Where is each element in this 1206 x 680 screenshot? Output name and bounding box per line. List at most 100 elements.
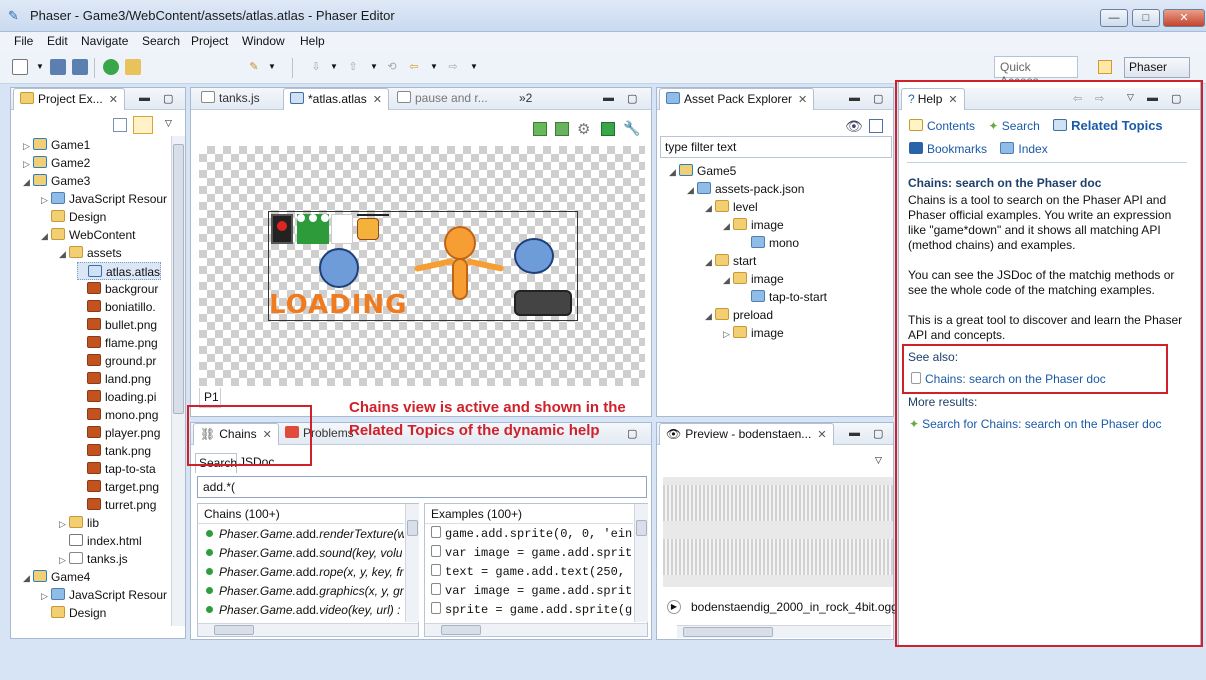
- expanded-arrow-icon[interactable]: ◢: [23, 173, 33, 191]
- tab-preview[interactable]: 👁 Preview - bodenstaen... ✕: [659, 423, 834, 445]
- expanded-arrow-icon[interactable]: ◢: [705, 307, 715, 325]
- prev-annotation-icon[interactable]: ⇧: [345, 59, 361, 75]
- menu-project[interactable]: Project: [191, 34, 228, 48]
- minimize-view-icon[interactable]: ▬: [849, 92, 860, 104]
- expanded-arrow-icon[interactable]: ◢: [723, 217, 733, 235]
- tree-item[interactable]: Design: [41, 208, 106, 226]
- chain-row[interactable]: Phaser.Game.add.video(key, url) :: [206, 601, 400, 619]
- tree-item[interactable]: player.png: [77, 424, 160, 442]
- preview-hscrollbar[interactable]: [677, 625, 891, 638]
- tab-project-explorer[interactable]: Project Ex... ✕: [13, 88, 125, 110]
- example-row[interactable]: text = game.add.text(250, 16: [431, 563, 633, 581]
- tree-item[interactable]: turret.png: [77, 496, 156, 514]
- tree-item[interactable]: loading.pi: [77, 388, 156, 406]
- open-perspective-icon[interactable]: [1098, 60, 1112, 74]
- build-icon[interactable]: [555, 122, 569, 136]
- run-icon[interactable]: [103, 59, 119, 75]
- expanded-arrow-icon[interactable]: ◢: [669, 163, 679, 181]
- example-row[interactable]: var image = game.add.sprite(0: [431, 582, 633, 600]
- chains-query-input[interactable]: add.*(: [197, 476, 647, 498]
- tab-pause-and-r[interactable]: pause and r...: [391, 88, 494, 110]
- tree-item[interactable]: tank.png: [77, 442, 151, 460]
- tree-item[interactable]: ground.pr: [77, 352, 156, 370]
- new-icon[interactable]: [12, 59, 28, 75]
- tree-item[interactable]: ◢ assets: [59, 244, 122, 262]
- add-sprite-icon[interactable]: [533, 122, 547, 136]
- collapsed-arrow-icon[interactable]: ▷: [723, 325, 733, 342]
- maximize-view-icon[interactable]: ▢: [627, 92, 637, 105]
- chain-row[interactable]: Phaser.Game.add.sound(key, volu: [206, 544, 402, 562]
- menu-edit[interactable]: Edit: [47, 34, 68, 48]
- collapsed-arrow-icon[interactable]: ▷: [41, 191, 51, 209]
- minimize-view-icon[interactable]: ▬: [603, 92, 614, 104]
- maximize-button[interactable]: □: [1132, 9, 1160, 27]
- play-icon[interactable]: ▶: [667, 600, 681, 614]
- tree-item[interactable]: ◢ level: [705, 198, 758, 216]
- tree-item[interactable]: ◢ preload: [705, 306, 773, 324]
- maximize-view-icon[interactable]: ▢: [873, 92, 883, 105]
- tree-item[interactable]: Design: [41, 604, 106, 622]
- tree-item[interactable]: ▷ Game1: [23, 136, 90, 154]
- tree-item[interactable]: atlas.atlas: [77, 262, 162, 280]
- scrollbar-thumb[interactable]: [173, 144, 184, 414]
- view-menu-icon[interactable]: ▽: [165, 118, 172, 129]
- quick-access-input[interactable]: Quick Access: [994, 56, 1078, 88]
- expanded-arrow-icon[interactable]: ◢: [723, 271, 733, 289]
- minimize-view-icon[interactable]: ▬: [849, 427, 860, 439]
- tab-atlas[interactable]: *atlas.atlas ✕: [283, 88, 389, 110]
- tree-item[interactable]: ▷ image: [723, 324, 784, 342]
- scrollbar-thumb[interactable]: [441, 625, 481, 635]
- chains-vscrollbar[interactable]: [405, 504, 419, 622]
- tree-item[interactable]: ▷ JavaScript Resour: [41, 190, 167, 208]
- tree-item[interactable]: target.png: [77, 478, 159, 496]
- tree-item[interactable]: index.html: [59, 532, 142, 550]
- eye-icon[interactable]: 👁: [845, 118, 863, 135]
- export-icon[interactable]: [125, 59, 141, 75]
- tree-item[interactable]: ▷ tanks.js: [59, 550, 128, 568]
- close-button[interactable]: ✕: [1163, 9, 1205, 27]
- close-icon[interactable]: ✕: [109, 94, 118, 106]
- tree-item[interactable]: ▷ lib: [59, 514, 99, 532]
- tree-item[interactable]: bullet.png: [77, 316, 157, 334]
- chevron-down-icon[interactable]: ▼: [32, 59, 48, 75]
- collapsed-arrow-icon[interactable]: ▷: [23, 155, 33, 173]
- expanded-arrow-icon[interactable]: ◢: [687, 181, 697, 199]
- tree-item[interactable]: tap-to-start: [741, 288, 827, 306]
- scrollbar-thumb[interactable]: [683, 627, 773, 637]
- back-arrow-icon[interactable]: ⇦: [406, 59, 422, 75]
- chevron-down-icon[interactable]: ▼: [264, 59, 280, 75]
- view-menu-icon[interactable]: ▽: [875, 455, 882, 466]
- expanded-arrow-icon[interactable]: ◢: [705, 253, 715, 271]
- example-row[interactable]: var image = game.add.sprite(g: [431, 544, 633, 562]
- tree-item[interactable]: backgrour: [77, 280, 158, 298]
- asset-filter-input[interactable]: type filter text: [660, 136, 892, 158]
- menu-navigate[interactable]: Navigate: [81, 34, 128, 48]
- close-icon[interactable]: ✕: [817, 429, 826, 441]
- expanded-arrow-icon[interactable]: ◢: [23, 569, 33, 587]
- tree-item[interactable]: ◢ Game5: [669, 162, 736, 180]
- scrollbar-thumb[interactable]: [636, 520, 647, 536]
- save-all-icon[interactable]: [72, 59, 88, 75]
- collapsed-arrow-icon[interactable]: ▷: [59, 515, 69, 533]
- chevron-down-icon[interactable]: ▼: [466, 59, 482, 75]
- collapse-all-icon[interactable]: [113, 118, 127, 132]
- example-row[interactable]: sprite = game.add.sprite(game: [431, 601, 633, 619]
- collapsed-arrow-icon[interactable]: ▷: [23, 137, 33, 155]
- tree-item[interactable]: ◢ Game3: [23, 172, 90, 190]
- examples-vscrollbar[interactable]: [634, 504, 648, 622]
- tree-item[interactable]: ◢ image: [723, 270, 784, 288]
- maximize-view-icon[interactable]: ▢: [873, 427, 883, 440]
- close-icon[interactable]: ✕: [373, 94, 382, 106]
- menu-file[interactable]: File: [14, 34, 33, 48]
- tree-item[interactable]: tap-to-sta: [77, 460, 156, 478]
- link-with-editor-icon[interactable]: [133, 116, 153, 134]
- menu-help[interactable]: Help: [300, 34, 325, 48]
- tab-tanks-js[interactable]: tanks.js: [195, 88, 266, 110]
- tree-item[interactable]: mono.png: [77, 406, 158, 424]
- forward-arrow-icon[interactable]: ⇨: [445, 59, 461, 75]
- tree-item[interactable]: ◢ image: [723, 216, 784, 234]
- menu-search[interactable]: Search: [142, 34, 180, 48]
- tree-item[interactable]: ◢ Game4: [23, 568, 90, 586]
- tree-item[interactable]: boniatillo.: [77, 298, 156, 316]
- tree-item[interactable]: ◢ assets-pack.json: [687, 180, 804, 198]
